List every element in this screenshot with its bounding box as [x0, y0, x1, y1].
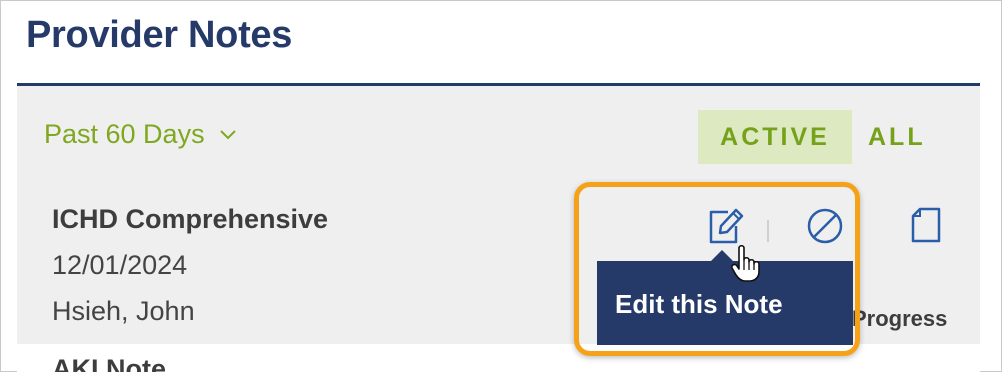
- status-label: Progress: [852, 306, 948, 331]
- note-date: 12/01/2024: [52, 250, 188, 280]
- chevron-down-icon: [219, 129, 236, 139]
- toggle-all[interactable]: ALL: [868, 110, 926, 164]
- hand-cursor-icon: [731, 244, 760, 282]
- note-author: Hsieh, John: [52, 296, 195, 326]
- note-title[interactable]: AKI Note: [52, 354, 166, 372]
- edit-tooltip: Edit this Note: [597, 261, 853, 345]
- toggle-active[interactable]: ACTIVE: [698, 110, 852, 164]
- date-range-dropdown[interactable]: Past 60 Days: [44, 119, 237, 150]
- page-title: Provider Notes: [26, 14, 293, 56]
- note-title[interactable]: ICHD Comprehensive: [52, 204, 328, 235]
- date-range-label: Past 60 Days: [44, 119, 205, 149]
- document-icon[interactable]: [910, 206, 942, 244]
